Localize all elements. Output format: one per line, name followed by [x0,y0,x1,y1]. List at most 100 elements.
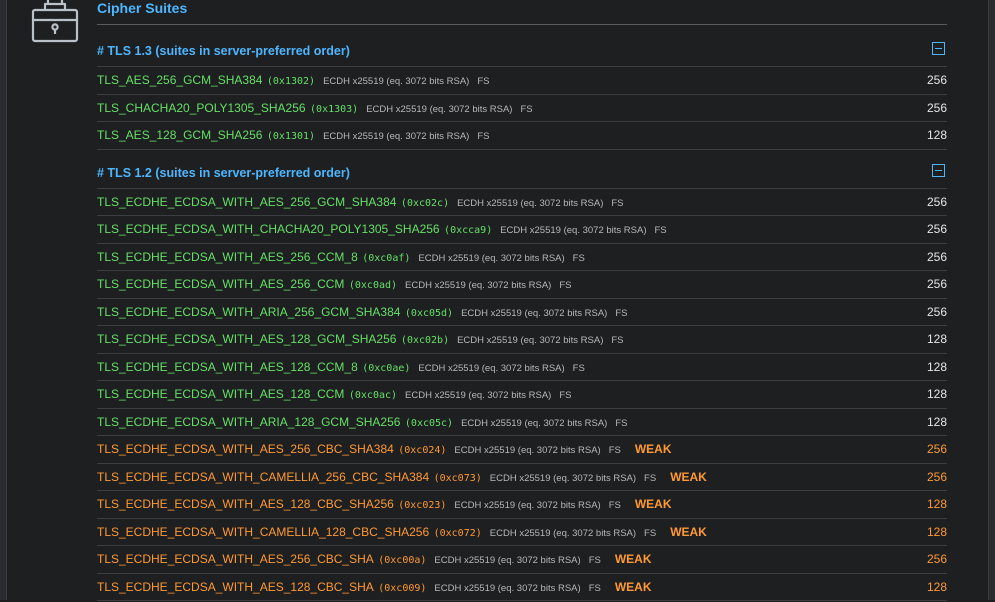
cipher-suite-row: TLS_ECDHE_ECDSA_WITH_AES_256_GCM_SHA384 … [97,189,947,216]
group-header-label: # TLS 1.3 (suites in server-preferred or… [97,44,350,58]
collapse-toggle-icon[interactable] [932,163,945,177]
key-exchange-info: ECDH x25519 (eq. 3072 bits RSA) [405,390,552,401]
key-exchange-info: ECDH x25519 (eq. 3072 bits RSA) [457,197,604,209]
cipher-suite-name: TLS_ECDHE_ECDSA_WITH_AES_256_CCM_8 [97,249,358,264]
weak-badge: WEAK [614,552,652,566]
cipher-suite-code: (0xc009) [378,582,427,594]
cipher-suite-name: TLS_ECDHE_ECDSA_WITH_CAMELLIA_256_CBC_SH… [97,469,430,484]
cipher-suite-code: (0xc0ae) [362,362,411,374]
cipher-suite-name: TLS_AES_256_GCM_SHA384 [97,73,263,87]
key-bits: 128 [926,332,947,346]
forward-secrecy-label: FS [608,445,621,456]
cipher-suite-code: (0x1302) [266,76,316,87]
cipher-suite-row: TLS_ECDHE_ECDSA_WITH_AES_128_CCM_8 (0xc0… [97,354,947,381]
group-header-label: # TLS 1.2 (suites in server-preferred or… [97,165,350,180]
cipher-suite-row: TLS_ECDHE_ECDSA_WITH_AES_128_CBC_SHA (0x… [97,574,947,601]
cipher-suite-code: (0xc0ad) [348,280,398,291]
forward-secrecy-label: FS [608,500,621,511]
key-exchange-info: ECDH x25519 (eq. 3072 bits RSA) [434,582,581,594]
forward-secrecy-label: FS [615,417,628,429]
key-bits: 128 [926,128,947,142]
cipher-suite-code: (0xc02c) [400,197,450,209]
key-bits: 256 [926,442,947,456]
key-exchange-info: ECDH x25519 (eq. 3072 bits RSA) [457,335,604,346]
cipher-suite-row: TLS_ECDHE_ECDSA_WITH_AES_128_CBC_SHA256 … [97,491,947,519]
cipher-suite-code: (0x1303) [310,103,359,115]
key-exchange-info: ECDH x25519 (eq. 3072 bits RSA) [489,472,637,484]
cipher-suite-name: TLS_AES_128_GCM_SHA256 [97,128,263,142]
suite-groups: # TLS 1.3 (suites in server-preferred or… [97,39,947,601]
key-bits: 256 [926,552,947,566]
key-bits: 128 [926,359,947,374]
forward-secrecy-label: FS [588,555,601,566]
key-exchange-info: ECDH x25519 (eq. 3072 bits RSA) [489,527,637,539]
collapse-toggle-icon[interactable] [932,42,945,55]
suite-group: # TLS 1.3 (suites in server-preferred or… [97,39,947,150]
cipher-suite-row: TLS_ECDHE_ECDSA_WITH_AES_128_GCM_SHA256 … [97,326,947,354]
key-exchange-info: ECDH x25519 (eq. 3072 bits RSA) [500,225,647,236]
key-bits: 128 [926,524,947,539]
briefcase-lock-icon [31,0,79,43]
key-bits: 128 [926,414,947,429]
key-bits: 256 [926,222,947,236]
cipher-suite-code: (0xc05c) [404,417,454,429]
forward-secrecy-label: FS [588,582,601,594]
cipher-suite-name: TLS_ECDHE_ECDSA_WITH_AES_256_CBC_SHA384 [97,442,394,456]
cipher-suite-row: TLS_ECDHE_ECDSA_WITH_CHACHA20_POLY1305_S… [97,216,947,244]
cipher-suite-code: (0xc0af) [362,252,411,264]
key-exchange-info: ECDH x25519 (eq. 3072 bits RSA) [366,103,513,115]
key-bits: 128 [926,579,947,594]
forward-secrecy-label: FS [644,527,657,539]
key-bits: 128 [926,387,947,401]
key-bits: 128 [926,497,947,511]
key-exchange-info: ECDH x25519 (eq. 3072 bits RSA) [323,76,470,87]
forward-secrecy-label: FS [477,131,490,142]
cipher-suite-name: TLS_ECDHE_ECDSA_WITH_AES_256_GCM_SHA384 [97,194,397,209]
key-bits: 256 [926,304,947,319]
cipher-suite-code: (0x1301) [266,131,316,142]
key-exchange-info: ECDH x25519 (eq. 3072 bits RSA) [454,445,601,456]
forward-secrecy-label: FS [559,390,572,401]
forward-secrecy-label: FS [572,252,585,264]
cipher-suite-row: TLS_ECDHE_ECDSA_WITH_ARIA_256_GCM_SHA384… [97,299,947,326]
cipher-suites-panel: Cipher Suites # TLS 1.3 (suites in serve… [97,0,947,601]
cipher-suite-row: TLS_ECDHE_ECDSA_WITH_AES_256_CCM_8 (0xc0… [97,244,947,271]
weak-badge: WEAK [670,524,707,539]
key-bits: 256 [926,249,947,264]
section-title: Cipher Suites [97,0,947,25]
key-exchange-info: ECDH x25519 (eq. 3072 bits RSA) [461,417,608,429]
forward-secrecy-label: FS [654,225,667,236]
cipher-suite-code: (0xc023) [398,500,447,511]
left-frame-border [0,0,7,600]
cipher-suite-name: TLS_ECDHE_ECDSA_WITH_ARIA_256_GCM_SHA384 [97,304,401,319]
cipher-suite-name: TLS_ECDHE_ECDSA_WITH_AES_256_CCM [97,277,345,291]
key-bits: 256 [926,277,947,291]
cipher-suite-code: (0xc00a) [378,555,427,566]
key-exchange-info: ECDH x25519 (eq. 3072 bits RSA) [405,280,552,291]
cipher-suite-code: (0xc072) [433,527,482,539]
cipher-suite-name: TLS_ECDHE_ECDSA_WITH_CAMELLIA_128_CBC_SH… [97,524,430,539]
key-bits: 256 [926,194,947,209]
weak-badge: WEAK [634,442,672,456]
cipher-suite-code: (0xcca9) [444,225,493,236]
right-frame-border [988,0,995,600]
cipher-suite-name: TLS_ECDHE_ECDSA_WITH_AES_256_CBC_SHA [97,552,374,566]
key-exchange-info: ECDH x25519 (eq. 3072 bits RSA) [323,131,470,142]
group-header: # TLS 1.3 (suites in server-preferred or… [97,39,947,67]
cipher-suite-row: TLS_ECDHE_ECDSA_WITH_AES_256_CBC_SHA384 … [97,436,947,464]
cipher-suite-row: TLS_ECDHE_ECDSA_WITH_CAMELLIA_256_CBC_SH… [97,464,947,491]
cipher-suite-name: TLS_ECDHE_ECDSA_WITH_AES_128_CCM_8 [97,359,358,374]
cipher-suite-name: TLS_ECDHE_ECDSA_WITH_AES_128_CCM [97,387,345,401]
weak-badge: WEAK [670,469,707,484]
cipher-suite-name: TLS_ECDHE_ECDSA_WITH_AES_128_CBC_SHA [97,579,374,594]
key-exchange-info: ECDH x25519 (eq. 3072 bits RSA) [418,362,565,374]
key-exchange-info: ECDH x25519 (eq. 3072 bits RSA) [418,252,565,264]
key-exchange-info: ECDH x25519 (eq. 3072 bits RSA) [454,500,601,511]
cipher-suite-name: TLS_ECDHE_ECDSA_WITH_AES_128_CBC_SHA256 [97,497,394,511]
forward-secrecy-label: FS [644,472,657,484]
key-bits: 256 [926,100,947,115]
cipher-suite-row: TLS_ECDHE_ECDSA_WITH_ARIA_128_GCM_SHA256… [97,409,947,436]
cipher-suite-row: TLS_ECDHE_ECDSA_WITH_AES_256_CBC_SHA (0x… [97,546,947,574]
cipher-suite-name: TLS_CHACHA20_POLY1305_SHA256 [97,100,306,115]
cipher-suite-code: (0xc0ac) [348,390,398,401]
